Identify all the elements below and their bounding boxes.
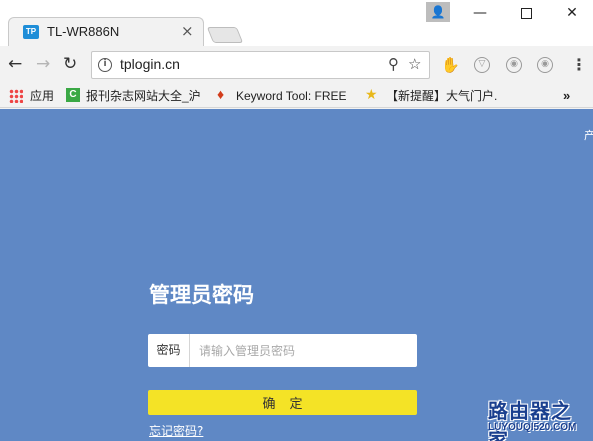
forward-arrow-icon[interactable]: → xyxy=(36,54,50,74)
extension-icon[interactable]: ✋ xyxy=(441,57,460,73)
zoom-icon[interactable]: ⚲ xyxy=(388,55,399,73)
extension-icon[interactable]: ◉ xyxy=(506,57,522,73)
forgot-password-link[interactable]: 忘记密码? xyxy=(149,422,203,439)
router-login-page: 产 管理员密码 密码 确定 忘记密码? xyxy=(0,109,593,441)
page-title: 管理员密码 xyxy=(149,283,254,307)
bookmark-item[interactable]: 报刊杂志网站大全_沪 xyxy=(86,87,201,105)
confirm-button[interactable]: 确定 xyxy=(148,390,417,415)
tab-title: TL-WR886N xyxy=(47,24,120,39)
reload-icon[interactable]: ↻ xyxy=(63,54,77,74)
c-favicon-icon: C xyxy=(66,88,80,102)
password-input[interactable] xyxy=(191,334,417,367)
close-window-button[interactable]: ✕ xyxy=(557,2,587,24)
url-text[interactable]: tplogin.cn xyxy=(120,56,180,72)
maximize-button[interactable] xyxy=(511,2,541,24)
shield-icon[interactable]: ▽ xyxy=(474,57,490,73)
password-field-group: 密码 xyxy=(148,334,417,367)
tplink-favicon-icon: TP xyxy=(23,25,39,39)
user-profile-icon[interactable]: 👤 xyxy=(426,2,450,22)
trophy-favicon-icon: ★ xyxy=(365,86,378,102)
browser-toolbar: ← → ↻ i tplogin.cn ⚲ ☆ ✋ ▽ ◉ ◉ ⋮ xyxy=(0,46,593,84)
watermark-url: LUYOUQI520.COM xyxy=(488,422,577,433)
back-arrow-icon[interactable]: ← xyxy=(8,54,22,74)
maximize-icon xyxy=(520,7,532,19)
info-icon[interactable]: i xyxy=(98,58,112,72)
bookmark-item[interactable]: Keyword Tool: FREE xyxy=(236,87,347,105)
bookmark-apps[interactable]: 应用 xyxy=(30,87,54,105)
star-icon[interactable]: ☆ xyxy=(408,55,421,73)
extension-icon[interactable]: ◉ xyxy=(537,57,553,73)
watermark-text: 路由器之家 xyxy=(488,399,572,441)
password-label: 密码 xyxy=(148,334,190,367)
corner-text[interactable]: 产 xyxy=(584,127,593,143)
bookmarks-overflow-button[interactable]: » xyxy=(563,87,570,105)
bookmark-item[interactable]: 【新提醒】大气门户. xyxy=(386,87,497,105)
watermark-logo: 路由器之家 LUYOUQI520.COM xyxy=(482,395,592,441)
browser-tab[interactable]: TP TL-WR886N × xyxy=(8,17,204,46)
menu-icon[interactable]: ⋮ xyxy=(571,55,587,74)
new-tab-button[interactable] xyxy=(206,27,244,43)
bookmarks-bar: 应用 C 报刊杂志网站大全_沪 ♦ Keyword Tool: FREE ★ 【… xyxy=(0,84,593,108)
keyword-favicon-icon: ♦ xyxy=(217,86,225,102)
apps-grid-icon[interactable] xyxy=(9,89,23,103)
title-bar: TP TL-WR886N × 👤 — ✕ xyxy=(0,0,593,46)
minimize-button[interactable]: — xyxy=(465,2,495,24)
address-bar[interactable]: i tplogin.cn ⚲ ☆ xyxy=(91,51,430,79)
tab-close-icon[interactable]: × xyxy=(181,22,194,40)
